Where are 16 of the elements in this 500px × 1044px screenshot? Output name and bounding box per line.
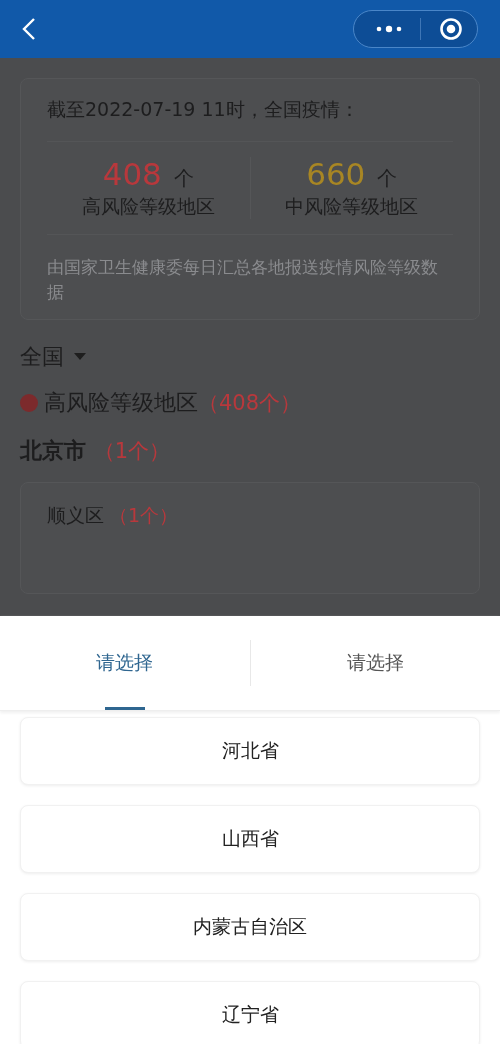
province-option[interactable]: 河北省 (20, 717, 480, 785)
province-option[interactable]: 内蒙古自治区 (20, 893, 480, 961)
caret-icon (74, 353, 86, 361)
province-option[interactable]: 辽宁省 (20, 981, 480, 1044)
more-icon[interactable] (376, 25, 402, 33)
stat-value: 408 (102, 156, 162, 192)
province-option[interactable]: 山西省 (20, 805, 480, 873)
stat-value: 660 (306, 156, 366, 192)
picker-tab[interactable]: 请选择 (250, 616, 500, 710)
picker-tab[interactable]: 请选择 (0, 616, 250, 710)
city-count: （1个） (93, 439, 171, 463)
risk-count: （408个） (198, 390, 302, 417)
source-note: 由国家卫生健康委每日汇总各地报送疫情风险等级数据 (47, 256, 439, 304)
back-icon[interactable] (22, 17, 36, 41)
district-count: （1个） (109, 504, 179, 526)
close-circle-icon[interactable] (439, 17, 463, 41)
